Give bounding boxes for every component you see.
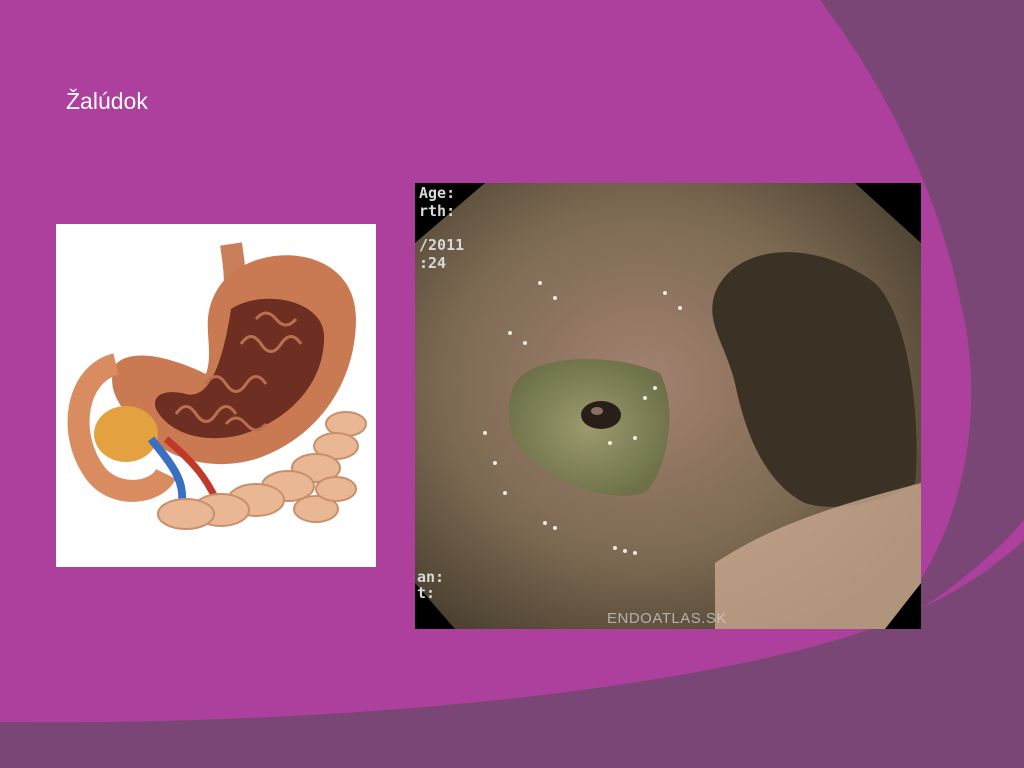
osd-time: :24 — [419, 254, 447, 272]
endoscopy-image: Age: rth: /2011 :24 an: t: ENDOATLAS.SK — [415, 183, 921, 629]
watermark-text: ENDOATLAS.SK — [607, 610, 727, 627]
osd-date: /2011 — [419, 236, 465, 254]
osd-age: Age: — [419, 184, 456, 202]
endoscopy-view-icon — [415, 183, 921, 629]
osd-text: t: — [417, 584, 436, 602]
stomach-anatomy-illustration-icon — [56, 224, 376, 567]
slide-title: Žalúdok — [66, 88, 148, 114]
osd-birth: rth: — [419, 202, 456, 220]
stomach-anatomy-image — [56, 224, 376, 567]
